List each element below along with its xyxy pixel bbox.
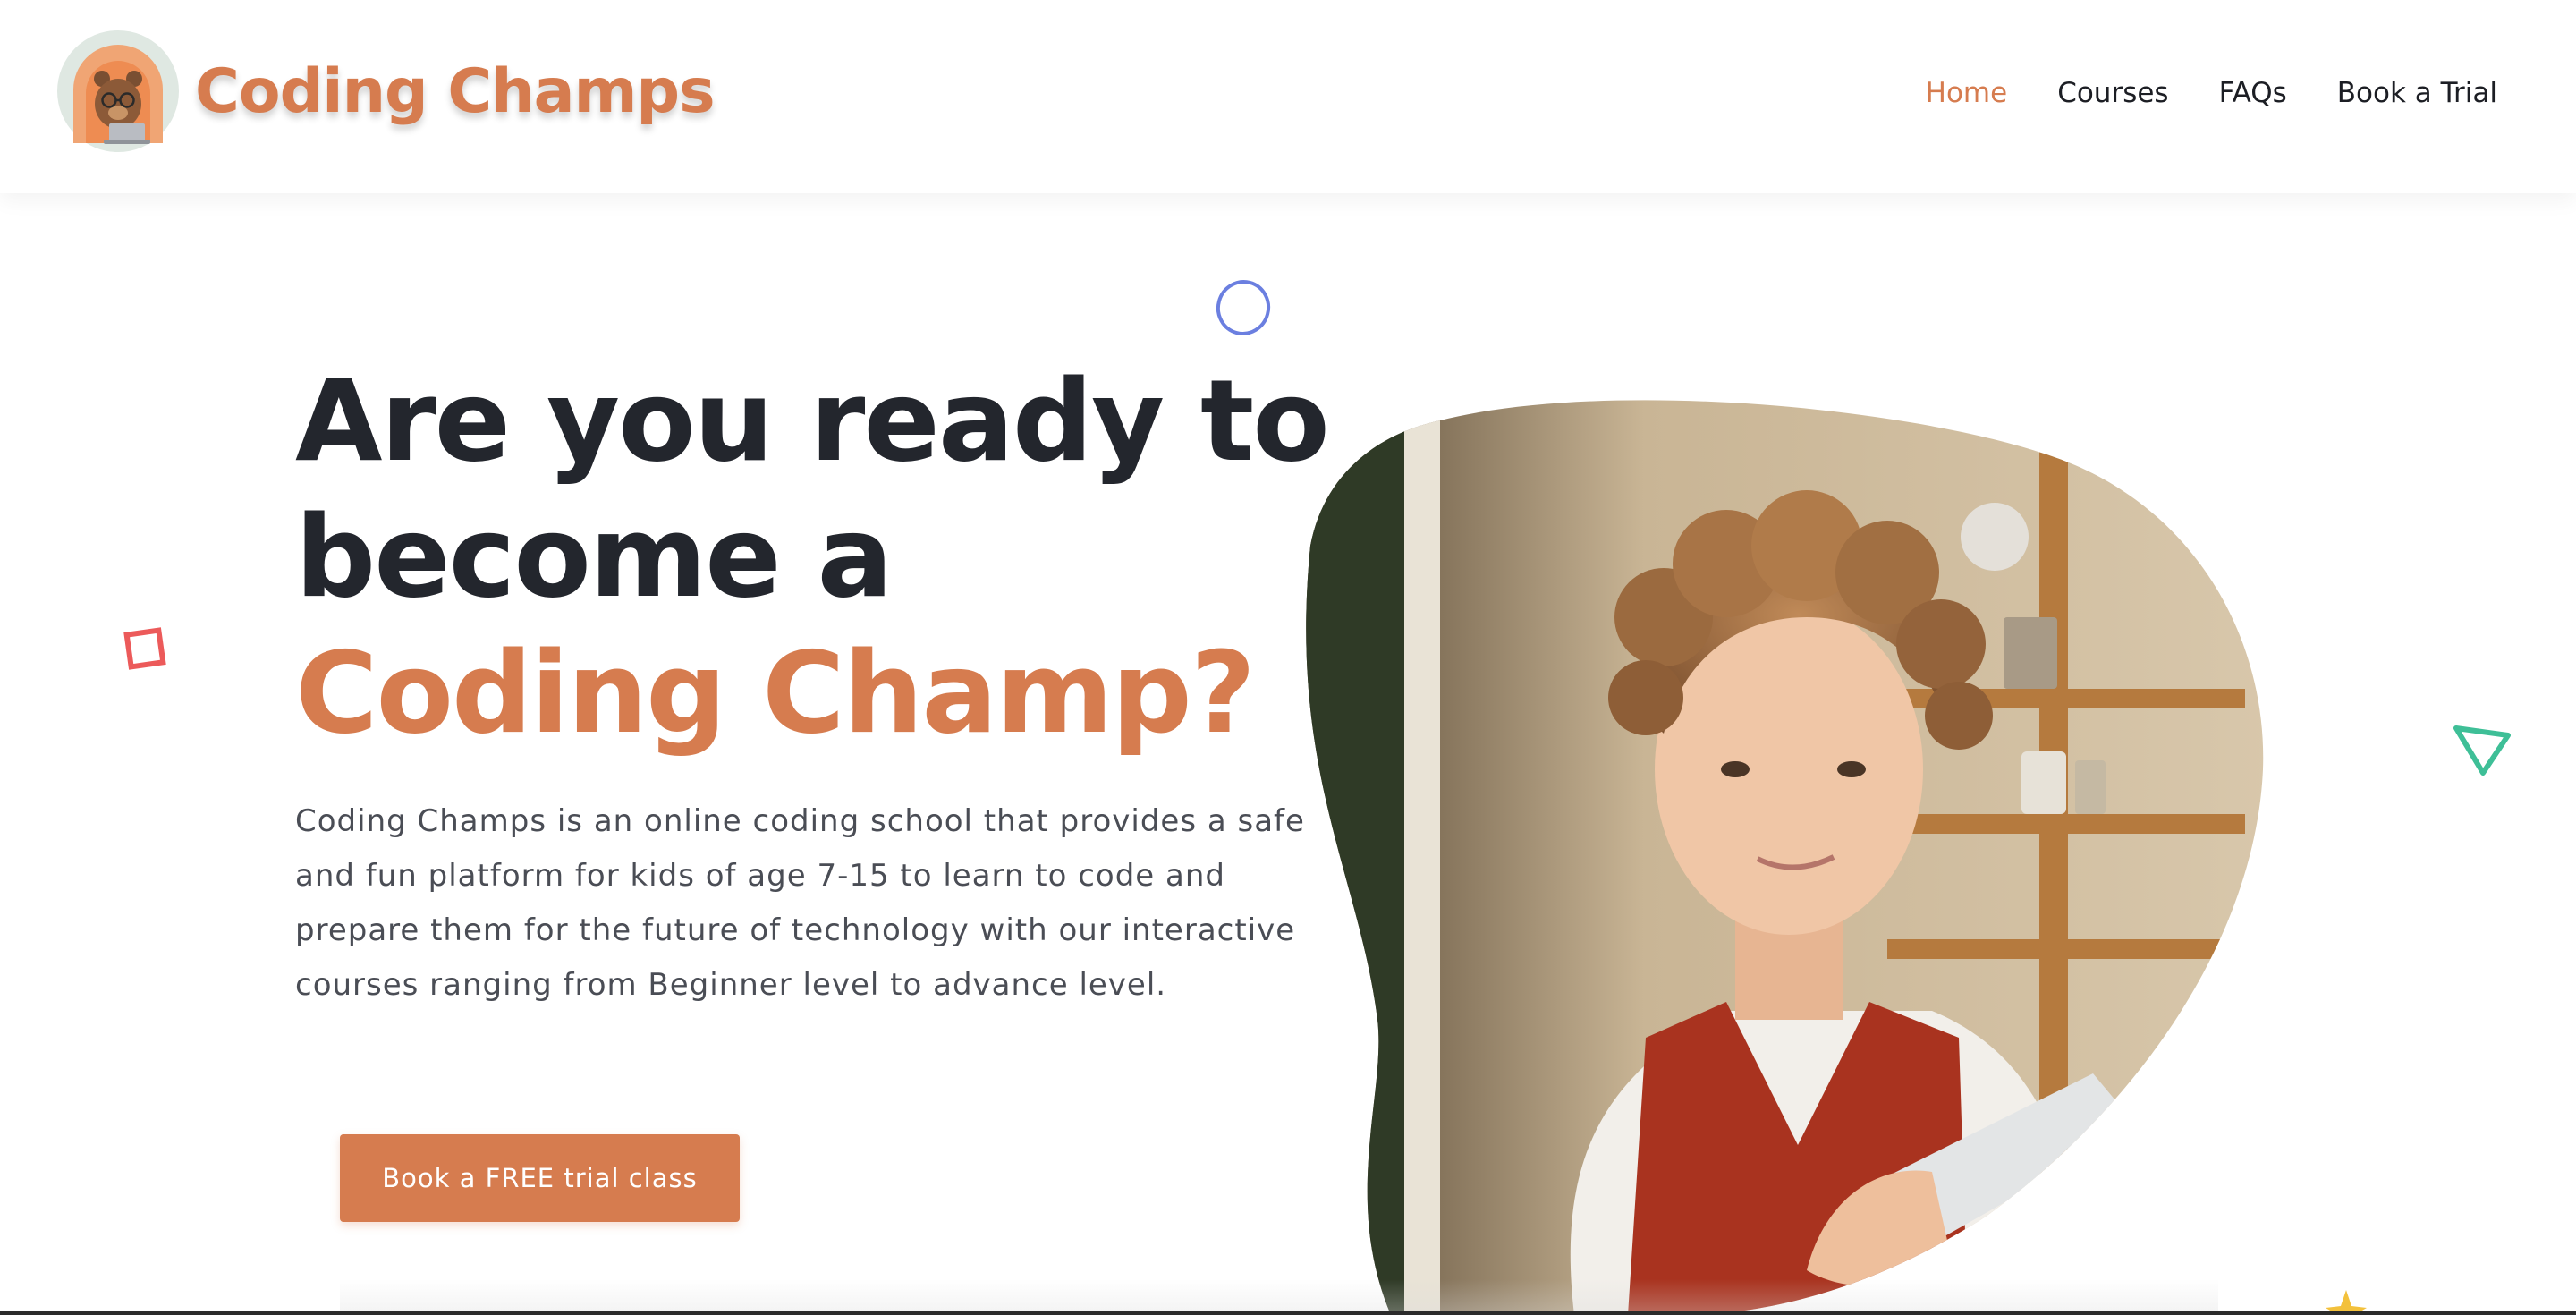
nav-item-home[interactable]: Home (1926, 77, 2008, 109)
square-outline-icon (123, 627, 166, 670)
hero-title-accent: Coding Champ? (295, 627, 1256, 759)
triangle-outline-icon (2453, 725, 2511, 776)
window-bottom-edge (0, 1311, 2576, 1315)
bear-logo-icon (57, 30, 179, 152)
brand-name: Coding Champs (195, 55, 716, 127)
main-nav: Home Courses FAQs Book a Trial (1926, 77, 2497, 109)
hero-title-line-1: Are you ready to (295, 355, 1330, 487)
circle-outline-icon (1216, 280, 1271, 335)
book-free-trial-button[interactable]: Book a FREE trial class (340, 1134, 740, 1222)
hero-child-photo (1306, 400, 2264, 1315)
brand-logo-link[interactable]: Coding Champs (54, 27, 716, 156)
site-header: Coding Champs Home Courses FAQs Book a T… (0, 0, 2576, 193)
nav-item-faqs[interactable]: FAQs (2219, 77, 2287, 109)
nav-item-courses[interactable]: Courses (2057, 77, 2168, 109)
section-bottom-shadow (340, 1279, 2218, 1315)
hero-description: Coding Champs is an online coding school… (295, 803, 1305, 1003)
hero-title-line-2: become a (295, 491, 894, 623)
nav-item-book-trial[interactable]: Book a Trial (2337, 77, 2497, 109)
hero-title: Are you ready to become a Coding Champ? (295, 353, 1330, 761)
